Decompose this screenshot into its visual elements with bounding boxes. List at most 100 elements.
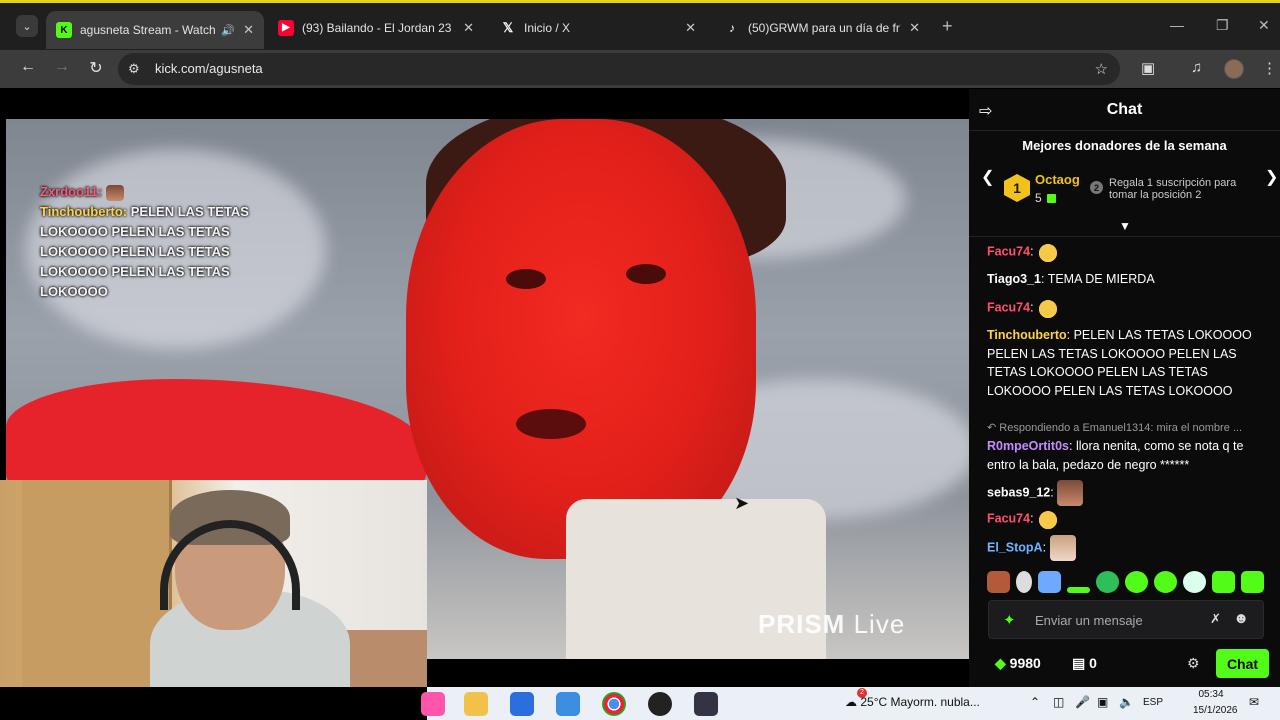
chat-username[interactable]: El_StopA	[987, 540, 1043, 554]
chat-username[interactable]: Facu74	[987, 300, 1030, 314]
kick-icon: K	[56, 22, 72, 38]
close-icon[interactable]: ✕	[909, 20, 920, 36]
chat-message-list[interactable]: Facu74: Tiago3_1: TEMA DE MIERDA Facu74:…	[969, 236, 1280, 564]
back-icon[interactable]: ←	[17, 58, 39, 76]
address-bar[interactable]: ⚙ kick.com/agusneta ☆	[118, 53, 1120, 85]
tab-search-icon[interactable]: ⌄	[16, 15, 38, 37]
chat-message-input[interactable]	[1035, 611, 1195, 629]
sparkle-icon[interactable]: ✦	[1003, 611, 1016, 629]
chevron-left-icon[interactable]: ❮	[981, 167, 994, 187]
tab-tiktok[interactable]: ♪ (50)GRWM para un día de frío ✕	[714, 11, 930, 44]
chat-username[interactable]: sebas9_12	[987, 485, 1050, 499]
chevron-up-icon[interactable]: ⌃	[1030, 695, 1040, 709]
points-value: 9980	[1009, 655, 1041, 671]
emote-icon[interactable]	[1096, 571, 1119, 593]
speaker-icon[interactable]: 🔊	[221, 24, 235, 37]
emoji-picker-icon[interactable]: ☻	[1233, 610, 1249, 627]
video-face	[406, 119, 756, 559]
browser-toolbar: ← → ↻ ⚙ kick.com/agusneta ☆ ▣ ♫ ⋮	[0, 50, 1280, 88]
emote-icon[interactable]	[987, 571, 1010, 593]
tab-title: agusneta Stream - Watch L	[80, 23, 216, 37]
reply-text: Respondiendo a Emanuel1314: mira el nomb…	[999, 422, 1243, 434]
tab-x[interactable]: 𝕏 Inicio / X ✕	[490, 11, 706, 44]
language-indicator[interactable]: ESP	[1143, 697, 1163, 708]
chat-username[interactable]: Facu74	[987, 244, 1030, 258]
capture-icon[interactable]: ◫	[1053, 695, 1064, 709]
overlay-username: Zxrdoo11:	[40, 184, 103, 199]
new-tab-button[interactable]: +	[942, 16, 953, 37]
emote-icon[interactable]	[1183, 571, 1206, 593]
chat-input-box[interactable]: ✦ ✗ ☻	[988, 600, 1264, 639]
profile-avatar[interactable]	[1224, 59, 1244, 79]
obs-icon[interactable]	[648, 692, 672, 716]
video-mouth	[516, 409, 586, 439]
chat-username[interactable]: R0mpeOrtit0s	[987, 439, 1069, 453]
forward-icon[interactable]: →	[51, 58, 73, 76]
microphone-icon[interactable]: 🎤	[1075, 695, 1090, 709]
emote-icon[interactable]	[1016, 571, 1032, 593]
chat-message: Facu74:	[987, 508, 1269, 530]
copilot-icon[interactable]	[421, 692, 445, 716]
emote-icon[interactable]	[1154, 571, 1177, 593]
chat-message: Tinchouberto: PELEN LAS TETAS LOKOOOO PE…	[987, 328, 1252, 398]
weather-widget[interactable]: ☁ 25°C Mayorm. nubla...	[845, 695, 980, 709]
gift-counter[interactable]: ▤ 0	[1072, 655, 1097, 672]
close-icon[interactable]: ✕	[685, 20, 696, 36]
face-emote-icon	[1049, 535, 1076, 561]
menu-dots-icon[interactable]: ⋮	[1262, 59, 1277, 77]
gift-sub-prompt[interactable]: Regala 1 suscripción para tomar la posic…	[1109, 177, 1259, 201]
notifications-icon[interactable]: ✉	[1249, 695, 1259, 709]
file-explorer-icon[interactable]	[464, 692, 488, 716]
send-chat-button[interactable]: Chat	[1216, 649, 1269, 678]
x-icon: 𝕏	[502, 19, 514, 35]
volume-icon[interactable]: 🔈	[1119, 695, 1134, 709]
emote-icon[interactable]	[1067, 587, 1090, 593]
close-icon[interactable]: ✕	[463, 20, 474, 36]
extensions-icon[interactable]: ▣	[1141, 59, 1155, 77]
chat-username[interactable]: Facu74	[987, 511, 1030, 525]
commands-icon[interactable]: ✗	[1210, 611, 1221, 627]
minimize-icon[interactable]: —	[1170, 17, 1184, 33]
emote-icon[interactable]	[1212, 571, 1235, 593]
emote-icon[interactable]	[1241, 571, 1264, 593]
chat-settings-icon[interactable]: ⚙	[1187, 655, 1200, 672]
tab-kick[interactable]: K agusneta Stream - Watch L 🔊 ✕	[46, 11, 264, 49]
outlook-icon[interactable]	[556, 692, 580, 716]
screen: ⌄ K agusneta Stream - Watch L 🔊 ✕ ▶ (93)…	[0, 0, 1280, 720]
expand-pinned-icon[interactable]: ▼	[1119, 219, 1131, 233]
close-window-icon[interactable]: ✕	[1258, 17, 1270, 34]
chat-header: ⇨ Chat	[969, 89, 1280, 131]
chevron-right-icon[interactable]: ❯	[1265, 167, 1278, 187]
network-icon[interactable]: ▣	[1097, 695, 1108, 709]
site-info-icon[interactable]: ⚙	[128, 61, 140, 77]
chrome-icon[interactable]	[602, 692, 626, 716]
cat-emote-icon	[1037, 241, 1060, 263]
app-icon[interactable]	[694, 692, 718, 716]
restore-icon[interactable]: ❐	[1216, 17, 1229, 34]
chat-message: Tiago3_1: TEMA DE MIERDA	[987, 272, 1155, 286]
url-text[interactable]: kick.com/agusneta	[155, 61, 263, 76]
emote-icon[interactable]	[1125, 571, 1148, 593]
rank-1-badge: 1	[1004, 174, 1030, 202]
chat-panel: ⇨ Chat Mejores donadores de la semana ❮ …	[969, 89, 1280, 687]
close-icon[interactable]: ✕	[243, 22, 254, 38]
chat-title: Chat	[1106, 101, 1143, 118]
emote-icon[interactable]	[1038, 571, 1061, 593]
tab-youtube[interactable]: ▶ (93) Bailando - El Jordan 23 / St ✕	[268, 11, 484, 44]
cat-emote-icon	[1037, 508, 1060, 530]
reload-icon[interactable]: ↻	[85, 58, 107, 78]
rank-2-badge: 2	[1090, 181, 1103, 194]
bookmark-star-icon[interactable]: ☆	[1095, 60, 1108, 78]
media-control-icon[interactable]: ♫	[1191, 59, 1202, 76]
system-clock[interactable]: 05:34 15/1/2026	[1193, 687, 1238, 719]
gift-box-icon: ▤	[1072, 655, 1086, 671]
top-donor-name[interactable]: Octaog	[1035, 172, 1080, 187]
chat-text: TEMA DE MIERDA	[1047, 272, 1155, 286]
chat-username[interactable]: Tinchouberto	[987, 328, 1067, 342]
prism-watermark: PRISM Live	[758, 609, 905, 640]
gift-icon	[1047, 194, 1056, 203]
browser-tabstrip: ⌄ K agusneta Stream - Watch L 🔊 ✕ ▶ (93)…	[0, 0, 1280, 52]
channel-points[interactable]: ◆ 9980	[995, 655, 1041, 672]
microsoft-store-icon[interactable]	[510, 692, 534, 716]
chat-username[interactable]: Tiago3_1	[987, 272, 1041, 286]
